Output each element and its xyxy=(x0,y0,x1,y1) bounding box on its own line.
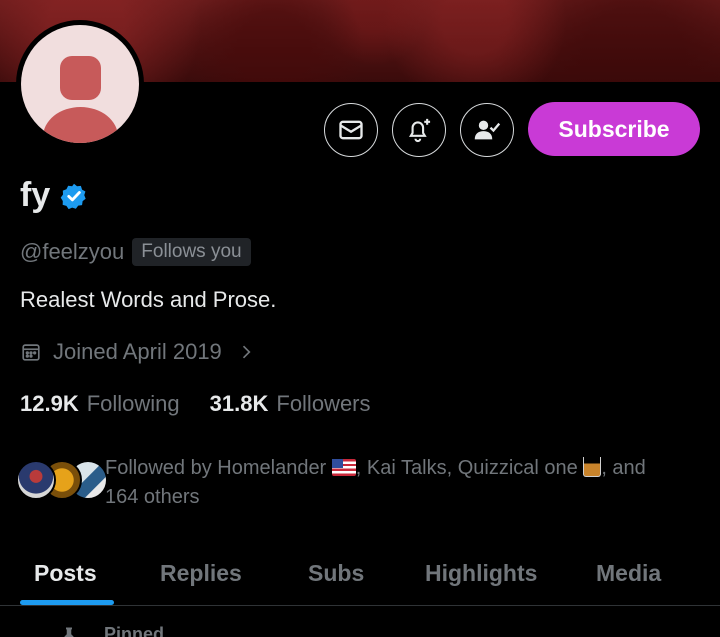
name-row: fy xyxy=(20,176,88,215)
chevron-right-icon xyxy=(242,345,251,359)
follows-you-badge: Follows you xyxy=(132,238,251,266)
us-flag-emoji-icon xyxy=(331,459,356,476)
user-handle: @feelzyou xyxy=(20,239,125,264)
tab-highlights[interactable]: Highlights xyxy=(425,540,537,606)
followed-by-others: 164 others xyxy=(105,486,200,508)
tab-subs[interactable]: Subs xyxy=(308,540,364,606)
profile-bio: Realest Words and Prose. xyxy=(20,287,277,312)
calendar-icon xyxy=(22,344,40,361)
subscribe-button[interactable]: Subscribe xyxy=(528,102,700,156)
joined-date: Joined April 2019 xyxy=(53,339,222,364)
tab-replies[interactable]: Replies xyxy=(160,540,242,606)
whiskey-glass-emoji-icon xyxy=(583,457,602,477)
avatar-image xyxy=(21,25,139,143)
message-button[interactable] xyxy=(324,103,378,157)
joined-date-row[interactable]: Joined April 2019 xyxy=(20,339,256,365)
envelope-icon xyxy=(339,120,363,140)
display-name: fy xyxy=(20,176,51,214)
pinned-label: Pinned xyxy=(104,624,165,637)
bell-plus-icon xyxy=(408,118,431,143)
followers-link[interactable]: 31.8K Followers xyxy=(210,391,371,417)
profile-tabs: Posts Replies Subs Highlights Media xyxy=(0,540,720,606)
avatar-body-shape xyxy=(43,107,118,143)
followed-by-names: , Kai Talks, Quizzical one xyxy=(355,457,578,479)
person-check-icon xyxy=(474,120,501,140)
mutual-followers-avatars xyxy=(16,460,108,504)
tab-posts[interactable]: Posts xyxy=(34,540,97,606)
followed-by-suffix: , and xyxy=(601,457,646,479)
pin-icon xyxy=(64,627,74,637)
mutual-avatar xyxy=(16,460,56,500)
following-label: Following xyxy=(86,391,180,416)
profile-avatar[interactable] xyxy=(16,20,144,148)
notify-button[interactable] xyxy=(392,103,446,157)
following-link[interactable]: 12.9K Following xyxy=(20,391,180,417)
avatar-head-shape xyxy=(60,56,101,100)
followers-count: 31.8K xyxy=(209,391,269,416)
handle-row: @feelzyou Follows you xyxy=(20,238,251,266)
tab-media[interactable]: Media xyxy=(596,540,661,606)
following-button[interactable] xyxy=(460,103,514,157)
tabs-divider xyxy=(0,605,720,606)
followers-label: Followers xyxy=(276,391,371,416)
verified-badge-icon xyxy=(60,183,86,209)
follow-stats: 12.9K Following 31.8K Followers xyxy=(20,391,371,417)
pinned-indicator: Pinned xyxy=(60,624,164,637)
following-count: 12.9K xyxy=(20,391,79,416)
followed-by-prefix: Followed by Homelander xyxy=(105,457,327,479)
followed-by-text: Followed by Homelander , Kai Talks, Quiz… xyxy=(105,454,705,512)
